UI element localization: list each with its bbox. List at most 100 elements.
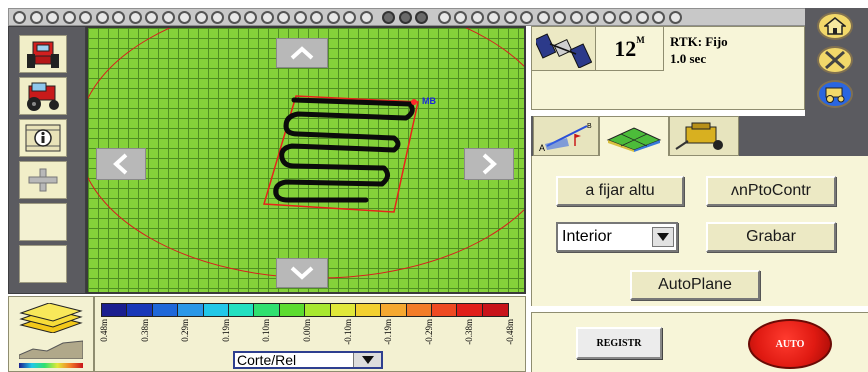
- status-led: [382, 10, 395, 24]
- status-led: [619, 10, 632, 24]
- legend-label-text: 0.48m: [99, 319, 109, 342]
- status-led: [29, 10, 43, 24]
- legend-label-text: -0.10m: [342, 319, 353, 345]
- status-led: [470, 10, 484, 24]
- legend-label-text: 0.38m: [139, 319, 150, 342]
- record-button[interactable]: Grabar: [706, 222, 836, 252]
- control-point-button[interactable]: ʌnPtoContr: [706, 176, 836, 206]
- status-led: [503, 10, 517, 24]
- interior-select[interactable]: Interior: [556, 222, 678, 252]
- tractor-icon: [27, 41, 59, 68]
- layers-button[interactable]: [19, 302, 83, 334]
- status-led: [95, 10, 109, 24]
- satellite-count-value: 12: [614, 35, 637, 61]
- tractor-front-button[interactable]: [19, 35, 67, 73]
- fix-height-button[interactable]: a fijar altu: [556, 176, 684, 206]
- tab-bar: A B: [531, 116, 868, 156]
- legend-swatch: [482, 304, 509, 316]
- down-arrow-icon: [290, 266, 314, 280]
- rtk-age-label: 1.0 sec: [670, 51, 707, 66]
- status-led: [62, 10, 76, 24]
- interior-select-value: Interior: [562, 228, 612, 245]
- legend-label: -0.19m: [381, 319, 401, 353]
- status-led: [211, 10, 224, 24]
- status-led: [326, 10, 340, 24]
- survey-line-icon: A B: [539, 123, 592, 152]
- status-led: [112, 10, 125, 24]
- legend-label: -0.38m: [462, 319, 482, 353]
- status-led: [260, 10, 274, 24]
- left-arrow-icon: [113, 153, 128, 175]
- zoom-in-button[interactable]: [19, 161, 67, 199]
- legend-label: -0.48m: [503, 319, 523, 353]
- legend-swatch: [330, 304, 356, 316]
- view-mode-value: Corte/Rel: [237, 352, 297, 368]
- status-led: [437, 10, 451, 24]
- tab-surface[interactable]: [599, 116, 669, 156]
- legend-label-text: 0.29m: [180, 319, 191, 342]
- legend-label: -0.29m: [422, 319, 442, 353]
- status-led: [487, 10, 500, 24]
- up-arrow-icon: [290, 46, 314, 60]
- info-icon: [25, 124, 61, 152]
- legend-label: 0.10m: [259, 319, 279, 353]
- auto-button[interactable]: AUTO: [748, 319, 832, 369]
- pan-down-button[interactable]: [276, 258, 328, 288]
- status-led: [520, 10, 533, 24]
- pan-up-button[interactable]: [276, 38, 328, 68]
- tools-icon: [825, 50, 845, 70]
- legend-swatch: [127, 304, 153, 316]
- chevron-down-icon[interactable]: [652, 227, 674, 247]
- tab-survey[interactable]: A B: [533, 116, 599, 156]
- scraper-icon: [675, 122, 723, 150]
- svg-text:A: A: [539, 143, 545, 152]
- status-led: [227, 10, 241, 24]
- rtk-status: RTK: Fijo 1.0 sec: [670, 33, 728, 67]
- status-led: [244, 10, 257, 24]
- legend-swatch: [102, 304, 128, 316]
- plus-icon: [28, 168, 58, 192]
- legend-swatch: [381, 304, 407, 316]
- pan-left-button[interactable]: [96, 148, 146, 180]
- legend-label-text: 0.19m: [220, 319, 231, 342]
- status-led: [586, 10, 599, 24]
- profile-view-button[interactable]: [18, 337, 84, 360]
- status-led: [569, 10, 583, 24]
- gps-status-panel: 12 M RTK: Fijo 1.0 sec: [531, 26, 805, 110]
- legend-label-text: -0.38m: [464, 319, 475, 345]
- legend-label: 0.00m: [300, 319, 320, 353]
- controls-panel: a fijar altu ʌnPtoContr Interior Grabar …: [531, 156, 868, 306]
- log-button[interactable]: REGISTR: [576, 327, 662, 359]
- legend-swatch: [152, 304, 179, 316]
- toolbar-empty-slot: [19, 245, 67, 283]
- status-led: [161, 10, 175, 24]
- right-arrow-icon: [482, 153, 497, 175]
- status-led: [553, 10, 566, 24]
- vehicle-button[interactable]: [817, 80, 853, 108]
- status-led: [602, 10, 616, 24]
- pan-right-button[interactable]: [464, 148, 514, 180]
- tools-button[interactable]: [817, 46, 853, 74]
- tab-implement[interactable]: [669, 116, 739, 156]
- satellite-button[interactable]: [532, 27, 596, 71]
- legend-label-text: 0.10m: [261, 319, 272, 342]
- legend-label-text: -0.48m: [505, 319, 515, 345]
- legend-swatch: [178, 304, 204, 316]
- color-ramp-mini: [19, 363, 83, 368]
- home-button[interactable]: [817, 12, 853, 40]
- rtk-fix-label: RTK: Fijo: [670, 34, 728, 49]
- legend-swatch: [254, 304, 280, 316]
- autoplane-button[interactable]: AutoPlane: [630, 270, 760, 300]
- info-button[interactable]: [19, 119, 67, 157]
- color-scale-bar: [101, 303, 510, 317]
- chevron-down-icon[interactable]: [353, 353, 381, 367]
- legend-label: 0.48m: [97, 319, 117, 353]
- legend-label: 0.19m: [219, 319, 239, 353]
- status-led-bar: [8, 8, 808, 26]
- legend-swatch: [432, 304, 458, 316]
- view-mode-select[interactable]: Corte/Rel: [233, 351, 383, 369]
- vehicle-icon: [825, 87, 845, 103]
- tractor-side-button[interactable]: [19, 77, 67, 115]
- field-map[interactable]: MB: [86, 26, 526, 294]
- status-led: [310, 10, 323, 24]
